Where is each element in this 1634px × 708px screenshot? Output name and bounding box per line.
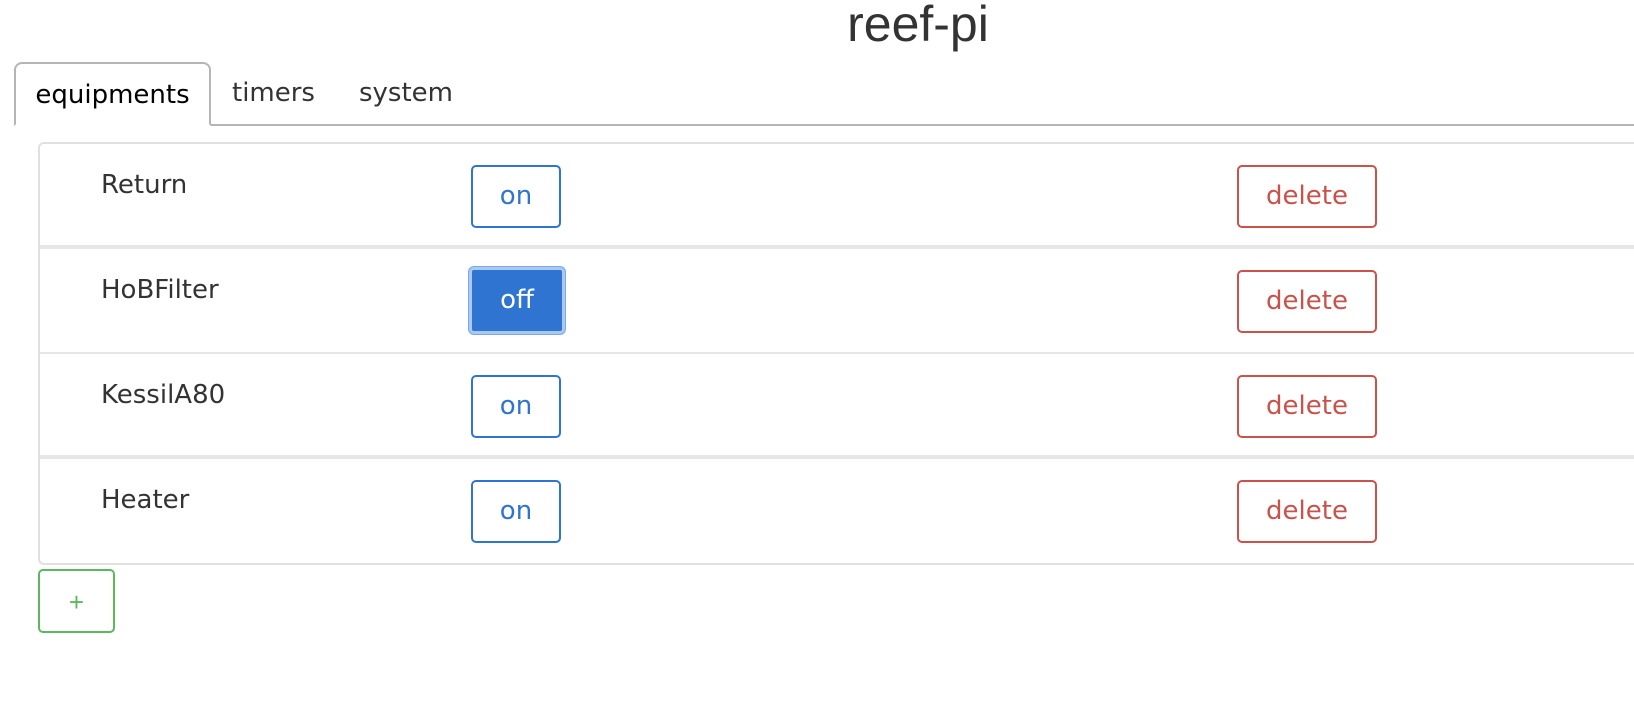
- delete-button[interactable]: delete: [1237, 165, 1377, 228]
- add-equipment-button[interactable]: +: [38, 569, 115, 633]
- toggle-button[interactable]: off: [469, 267, 565, 334]
- equipment-name: Heater: [101, 485, 190, 515]
- toggle-button[interactable]: on: [471, 165, 561, 228]
- equipment-name: KessilA80: [101, 380, 226, 410]
- tab-equipments[interactable]: equipments: [14, 62, 211, 126]
- equipment-row: KessilA80 on delete: [40, 354, 1634, 459]
- delete-button[interactable]: delete: [1237, 480, 1377, 543]
- tab-timers[interactable]: timers: [232, 62, 315, 124]
- equipment-row: Heater on delete: [40, 459, 1634, 563]
- toggle-button[interactable]: on: [471, 375, 561, 438]
- equipment-name: Return: [101, 170, 188, 200]
- delete-button[interactable]: delete: [1237, 375, 1377, 438]
- delete-button[interactable]: delete: [1237, 270, 1377, 333]
- equipment-list: Return on delete HoBFilter off delete Ke…: [38, 142, 1634, 565]
- equipment-row: Return on delete: [40, 144, 1634, 249]
- toggle-button[interactable]: on: [471, 480, 561, 543]
- tab-system[interactable]: system: [359, 62, 453, 124]
- equipment-name: HoBFilter: [101, 275, 219, 305]
- tab-bar: equipments timers system: [14, 62, 1634, 126]
- equipment-row: HoBFilter off delete: [40, 249, 1634, 354]
- app-title: reef-pi: [847, 0, 989, 52]
